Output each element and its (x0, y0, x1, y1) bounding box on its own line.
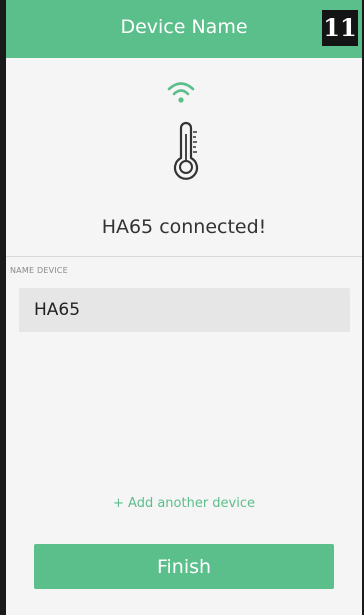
device-name-label: NAME DEVICE (10, 266, 68, 275)
add-another-device-link[interactable]: + Add another device (6, 496, 362, 511)
finish-button[interactable]: Finish (34, 544, 334, 589)
header-bar: Device Name 11 (6, 0, 362, 58)
app-screen: Device Name 11 HA65 connected! NAME DEVI… (6, 0, 362, 615)
header-title: Device Name (120, 16, 248, 38)
connection-status-text: HA65 connected! (101, 216, 267, 238)
page-number-badge: 11 (322, 10, 358, 46)
device-name-input[interactable] (19, 288, 350, 332)
wifi-icon (167, 82, 195, 103)
thermometer-icon (173, 121, 199, 180)
section-divider (6, 256, 362, 257)
